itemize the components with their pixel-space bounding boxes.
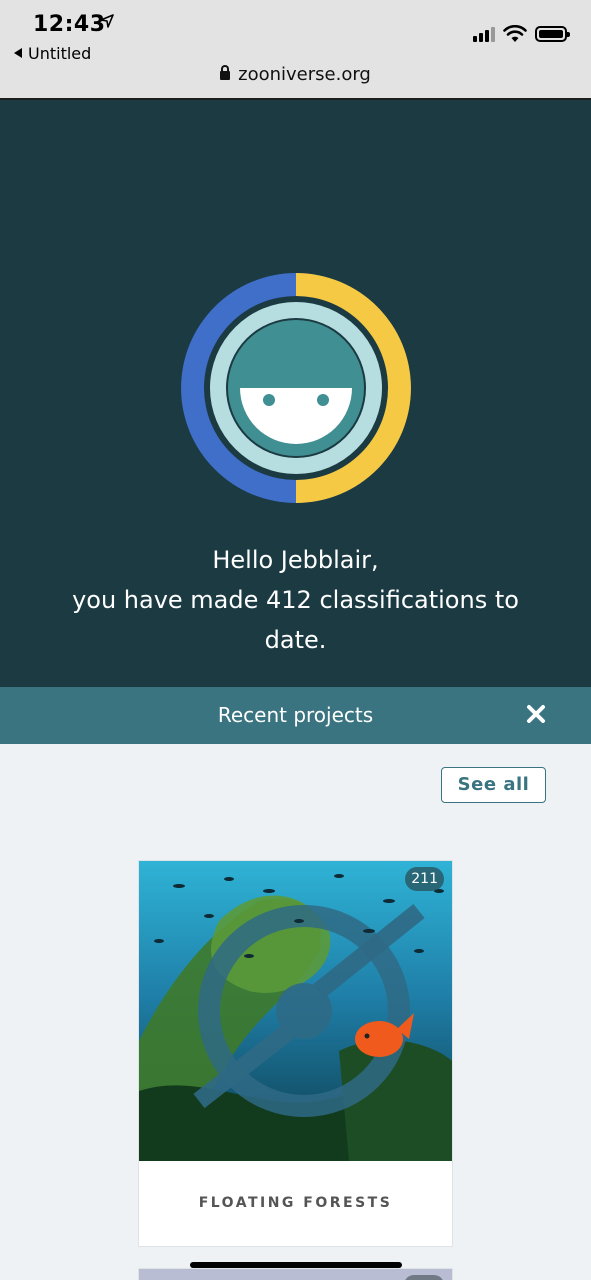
classification-count-badge [404, 1275, 444, 1280]
clock: 12:43 [33, 12, 106, 37]
wifi-icon [503, 25, 527, 42]
browser-status-bar: 12:43 Untitled zooniverse.org [0, 0, 591, 100]
url-text: zooniverse.org [238, 64, 371, 85]
lock-icon [220, 65, 231, 80]
project-image[interactable]: 211 [139, 861, 452, 1161]
status-icons [473, 24, 570, 44]
back-arrow-icon [14, 48, 22, 58]
close-icon[interactable] [525, 703, 547, 725]
project-card[interactable] [138, 1268, 453, 1280]
address-bar[interactable]: zooniverse.org [0, 64, 591, 85]
recent-projects-title: Recent projects [217, 703, 374, 727]
cellular-signal-icon [473, 26, 495, 42]
back-label: Untitled [28, 44, 92, 63]
location-arrow-icon [100, 14, 114, 28]
project-name[interactable]: FLOATING FORESTS [139, 1195, 452, 1211]
back-to-app-link[interactable]: Untitled [14, 44, 91, 63]
project-card[interactable]: 211 FLOATING FORESTS [138, 860, 453, 1247]
greeting-line-2: you have made 412 classifications to dat… [72, 586, 519, 654]
recent-projects-header: Recent projects [0, 687, 591, 744]
avatar-progress-ring [181, 273, 411, 503]
battery-icon [535, 26, 570, 42]
floating-forests-image [139, 861, 452, 1161]
hero-section: Hello Jebblair, you have made 412 classi… [0, 100, 591, 687]
greeting-text: Hello Jebblair, you have made 412 classi… [40, 540, 551, 660]
greeting-line-1: Hello Jebblair, [212, 546, 379, 574]
home-indicator[interactable] [190, 1262, 402, 1268]
classification-count-badge: 211 [405, 867, 444, 891]
see-all-button[interactable]: See all [441, 767, 546, 803]
